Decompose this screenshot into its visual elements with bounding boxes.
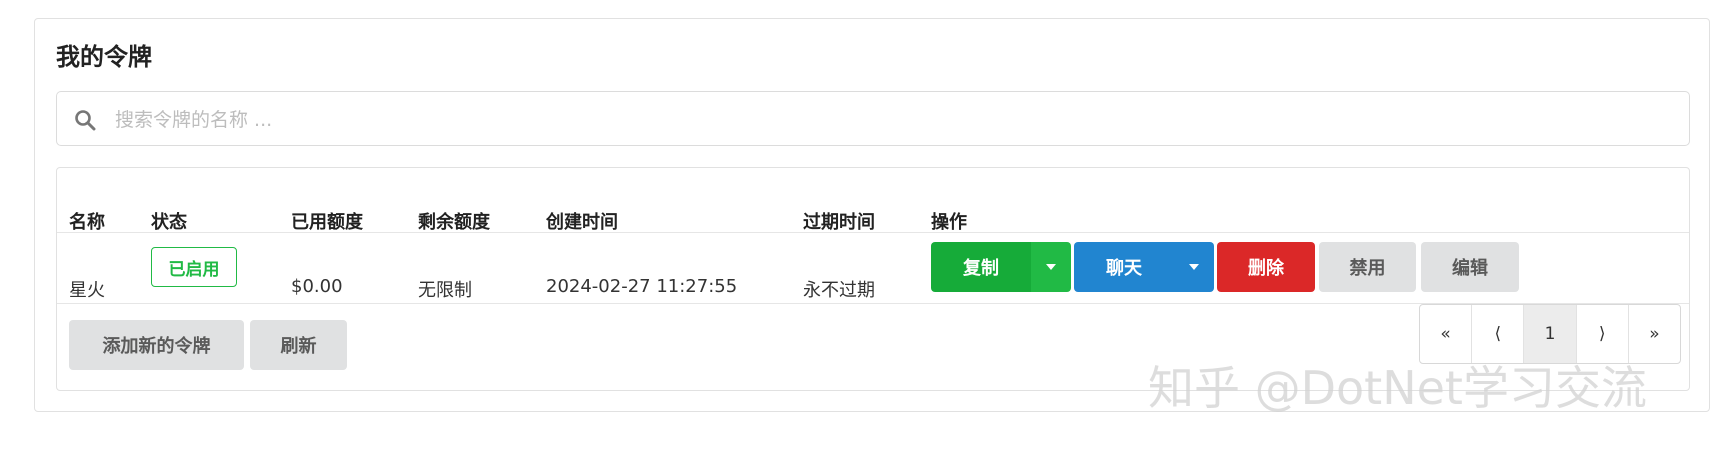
header-expires[interactable]: 过期时间 — [803, 208, 875, 234]
next-page-button[interactable]: ⟩ — [1577, 305, 1629, 363]
card-title: 我的令牌 — [56, 43, 152, 71]
status-badge: 已启用 — [151, 247, 237, 287]
search-icon — [75, 110, 96, 131]
token-name: 星火 — [69, 280, 105, 301]
search-box[interactable] — [56, 91, 1690, 146]
header-divider — [57, 232, 1689, 233]
refresh-button[interactable]: 刷新 — [250, 320, 347, 370]
header-created[interactable]: 创建时间 — [546, 208, 618, 234]
add-token-button[interactable]: 添加新的令牌 — [69, 320, 244, 370]
delete-button[interactable]: 删除 — [1217, 242, 1315, 292]
tokens-card: 我的令牌 名称 状态 已用额度 剩余额度 创建时间 过期时间 操作 星火 已启用… — [34, 18, 1710, 412]
token-expires: 永不过期 — [803, 280, 875, 301]
last-page-button[interactable]: » — [1629, 305, 1680, 363]
token-used: $0.00 — [291, 276, 343, 297]
page-1-button[interactable]: 1 — [1524, 305, 1577, 363]
token-created: 2024-02-27 11:27:55 — [546, 276, 738, 297]
copy-dropdown-button[interactable] — [1031, 242, 1071, 292]
header-remaining[interactable]: 剩余额度 — [418, 208, 490, 234]
chat-dropdown-button[interactable] — [1174, 242, 1214, 292]
header-status[interactable]: 状态 — [151, 208, 187, 234]
header-used[interactable]: 已用额度 — [291, 208, 363, 234]
token-remaining: 无限制 — [418, 280, 472, 301]
header-actions: 操作 — [931, 212, 967, 233]
prev-page-button[interactable]: ⟨ — [1472, 305, 1525, 363]
chat-button[interactable]: 聊天 — [1074, 242, 1174, 292]
edit-button[interactable]: 编辑 — [1421, 242, 1519, 292]
disable-button[interactable]: 禁用 — [1319, 242, 1416, 292]
copy-button[interactable]: 复制 — [931, 242, 1031, 292]
tokens-table: 名称 状态 已用额度 剩余额度 创建时间 过期时间 操作 星火 已启用 $0.0… — [56, 167, 1690, 391]
caret-down-icon — [1189, 264, 1199, 270]
header-name[interactable]: 名称 — [69, 208, 105, 234]
caret-down-icon — [1046, 264, 1056, 270]
pagination: « ⟨ 1 ⟩ » — [1419, 304, 1681, 364]
search-input[interactable] — [113, 100, 1677, 140]
first-page-button[interactable]: « — [1420, 305, 1473, 363]
